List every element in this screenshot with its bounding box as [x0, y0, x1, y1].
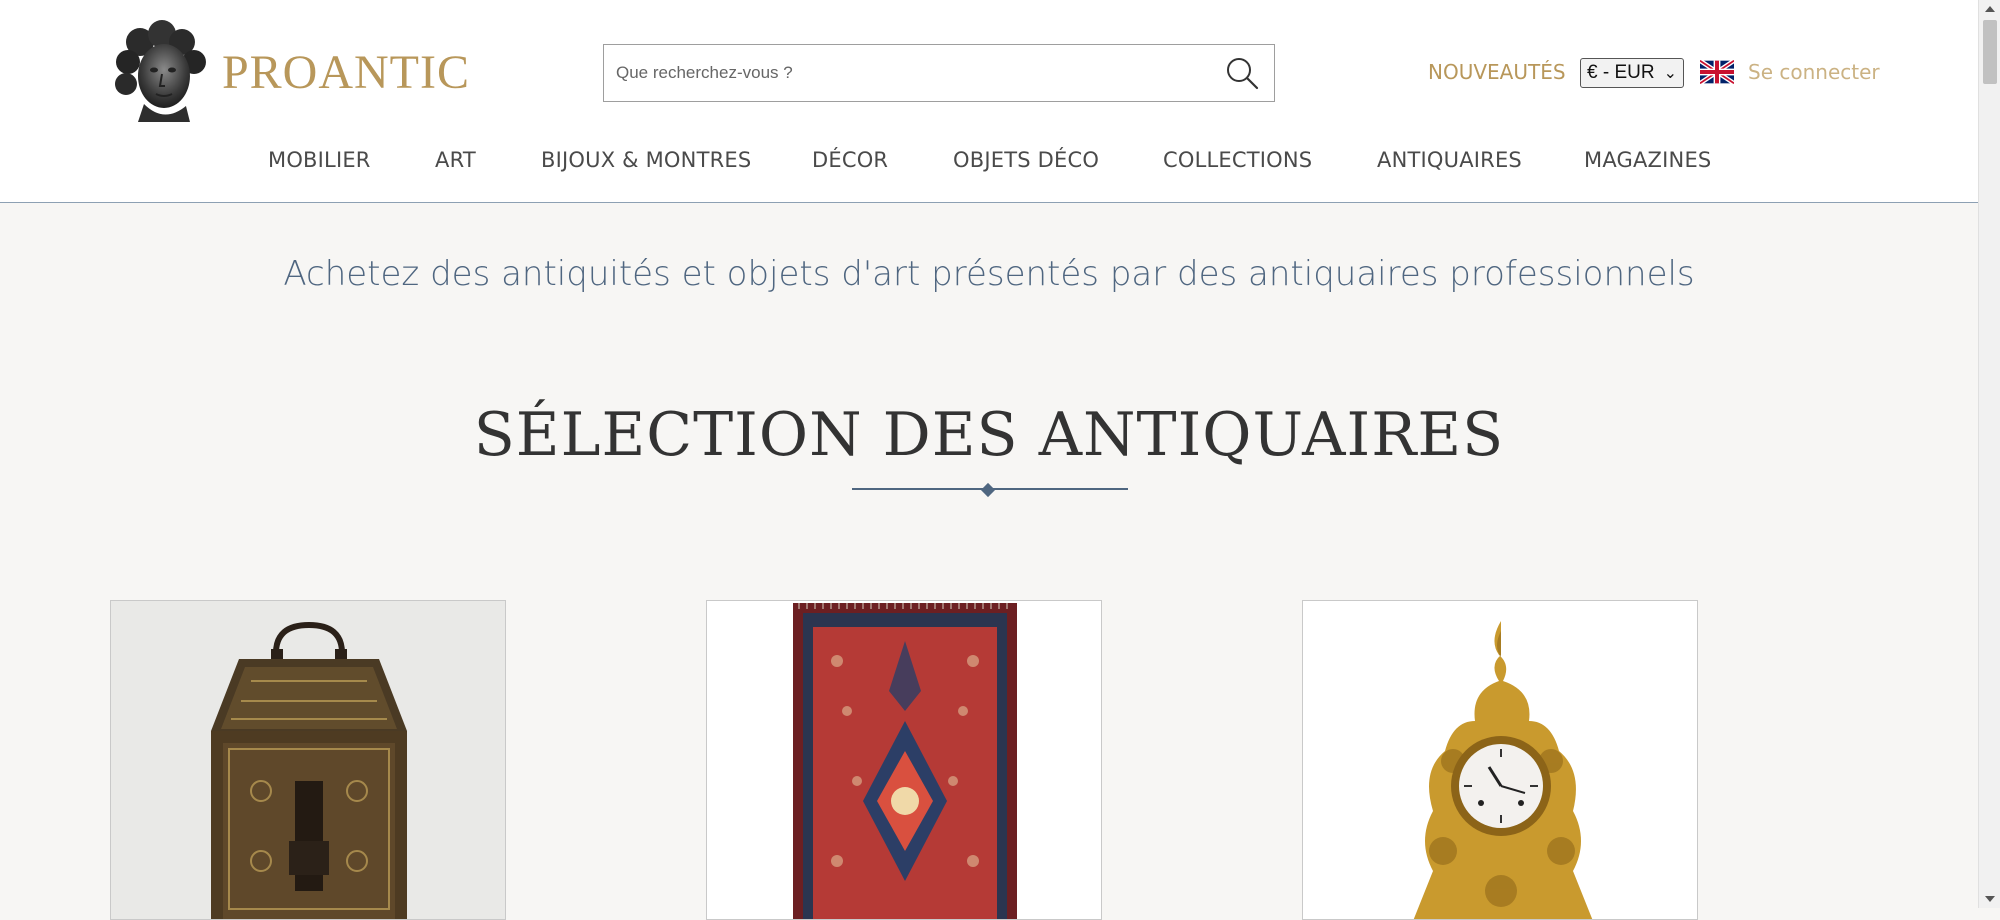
currency-select[interactable]: € - EUR ⌄: [1580, 58, 1684, 88]
section-title: SÉLECTION DES ANTIQUAIRES: [473, 400, 1505, 470]
bust-logo-icon: [114, 20, 206, 122]
nav-item-objets-deco[interactable]: OBJETS DÉCO: [953, 148, 1099, 172]
brand-name: PROANTIC: [221, 45, 470, 99]
nav-item-antiquaires[interactable]: ANTIQUAIRES: [1377, 148, 1522, 172]
tagline: Achetez des antiquités et objets d'art p…: [283, 254, 1695, 294]
gilt-bronze-clock-image: [1303, 601, 1697, 919]
product-card[interactable]: [706, 600, 1102, 920]
antique-casket-image: [111, 601, 505, 919]
scrollbar-thumb[interactable]: [1983, 20, 1997, 84]
persian-rug-image: [707, 601, 1101, 919]
vertical-scrollbar[interactable]: [1978, 0, 2000, 908]
login-link[interactable]: Se connecter: [1748, 60, 1880, 84]
site-header: PROANTIC NOUVEAUTÉS € - EUR ⌄ Se connect…: [0, 0, 1978, 203]
chevron-down-icon: ⌄: [1663, 65, 1677, 82]
nav-item-art[interactable]: ART: [435, 148, 476, 172]
product-card[interactable]: [110, 600, 506, 920]
search-input[interactable]: [604, 45, 1216, 101]
nav-item-mobilier[interactable]: MOBILIER: [268, 148, 371, 172]
nav-item-magazines[interactable]: MAGAZINES: [1584, 148, 1711, 172]
nav-item-bijoux-montres[interactable]: BIJOUX & MONTRES: [541, 148, 751, 172]
product-card[interactable]: [1302, 600, 1698, 920]
main-nav: MOBILIER ART BIJOUX & MONTRES DÉCOR OBJE…: [0, 148, 1978, 178]
currency-value: € - EUR: [1587, 62, 1655, 83]
logo[interactable]: PROANTIC: [110, 20, 470, 124]
divider-diamond-icon: [980, 482, 996, 498]
nav-item-decor[interactable]: DÉCOR: [812, 148, 888, 172]
search-box: [603, 44, 1275, 102]
search-icon[interactable]: [1224, 55, 1260, 91]
nav-item-collections[interactable]: COLLECTIONS: [1163, 148, 1312, 172]
new-arrivals-link[interactable]: NOUVEAUTÉS: [1428, 60, 1566, 84]
uk-flag-icon[interactable]: [1700, 60, 1734, 84]
scroll-up-arrow-icon[interactable]: [1979, 0, 2000, 18]
scroll-down-arrow-icon[interactable]: [1979, 890, 2000, 908]
